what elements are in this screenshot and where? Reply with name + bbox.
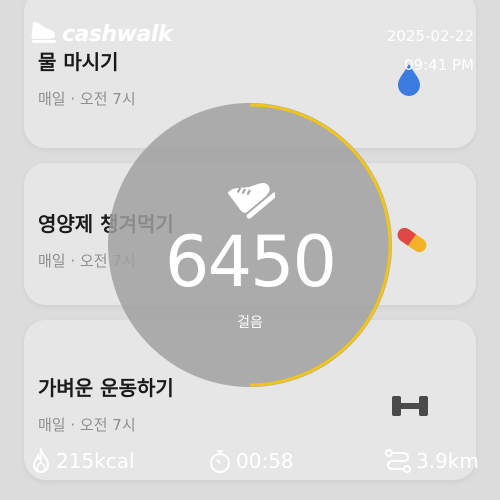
datetime: 2025-02-22 09:41 PM — [387, 22, 474, 80]
brand-name: cashwalk — [62, 21, 173, 47]
app-logo: cashwalk — [28, 18, 173, 50]
duration-value: 00:58 — [236, 449, 294, 473]
shoe-icon — [28, 18, 58, 50]
task-schedule: 매일 · 오전 7시 — [38, 416, 136, 434]
pill-icon — [393, 224, 431, 260]
step-count-label: 걸음 — [237, 315, 263, 331]
route-icon — [385, 449, 411, 473]
task-title: 물 마시기 — [38, 50, 119, 74]
stopwatch-icon — [210, 450, 230, 473]
distance-value: 3.9km — [416, 449, 479, 473]
calories-value: 215kcal — [56, 449, 135, 473]
step-count: 6450 — [164, 221, 337, 303]
dumbbell-icon — [390, 393, 430, 423]
distance-stat: 3.9km — [384, 448, 479, 474]
calories-stat: 215kcal — [30, 448, 135, 474]
flame-icon — [32, 448, 50, 473]
duration-stat: 00:58 — [208, 448, 294, 474]
date-text: 2025-02-22 — [386, 27, 474, 45]
time-text: 09:41 PM — [404, 56, 474, 74]
shoe-icon — [225, 160, 277, 224]
